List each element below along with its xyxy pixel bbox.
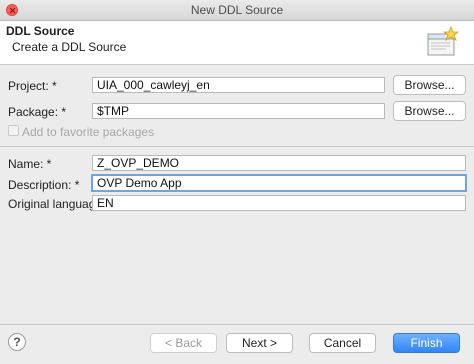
favorite-packages-checkbox[interactable] <box>8 125 19 136</box>
footer-separator <box>0 324 474 325</box>
help-icon[interactable]: ? <box>8 333 26 351</box>
description-field[interactable] <box>91 174 467 192</box>
back-button[interactable]: < Back <box>150 333 217 353</box>
package-label: Package: * <box>8 105 67 119</box>
project-label: Project: * <box>8 79 57 93</box>
original-language-label: Original language: <box>8 197 106 211</box>
banner-description: Create a DDL Source <box>12 40 127 54</box>
package-field[interactable] <box>92 103 385 119</box>
name-label: Name: * <box>8 157 52 171</box>
next-button[interactable]: Next > <box>226 333 293 353</box>
banner-title: DDL Source <box>6 24 75 38</box>
wizard-banner: DDL Source Create a DDL Source <box>0 21 474 65</box>
description-label: Description: * <box>8 178 80 192</box>
window-title: New DDL Source <box>190 3 284 17</box>
new-file-wizard-icon <box>427 25 460 56</box>
package-browse-button[interactable]: Browse... <box>393 101 466 121</box>
finish-button[interactable]: Finish <box>393 333 460 353</box>
cancel-button[interactable]: Cancel <box>309 333 376 353</box>
project-field[interactable] <box>92 77 385 93</box>
title-bar: New DDL Source <box>0 0 474 21</box>
name-field[interactable] <box>92 155 466 171</box>
dialog-window: New DDL Source DDL Source Create a DDL S… <box>0 0 474 364</box>
original-language-field[interactable] <box>92 195 466 211</box>
separator <box>0 146 474 147</box>
project-browse-button[interactable]: Browse... <box>393 75 466 95</box>
favorite-packages-label: Add to favorite packages <box>22 125 155 139</box>
